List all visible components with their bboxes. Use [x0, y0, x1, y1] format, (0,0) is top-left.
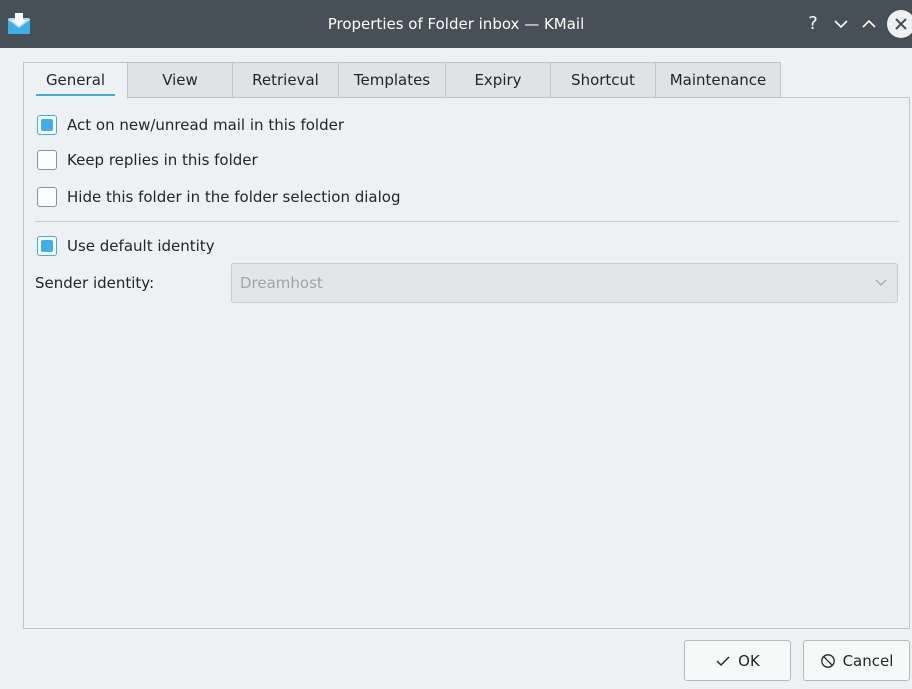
check-icon — [715, 653, 731, 669]
tab-label: Shortcut — [571, 71, 635, 89]
checkbox-label: Act on new/unread mail in this folder — [67, 116, 344, 134]
cancel-button-label: Cancel — [842, 651, 894, 670]
tab-label: General — [45, 71, 106, 89]
chevron-up-icon[interactable] — [857, 12, 881, 36]
chevron-down-icon[interactable] — [829, 12, 853, 36]
keep-replies-option[interactable]: Keep replies in this folder — [37, 148, 258, 172]
window-title: Properties of Folder inbox — KMail — [327, 15, 585, 33]
sender-identity-value: Dreamhost — [240, 274, 323, 292]
tab-general[interactable]: General — [23, 62, 128, 99]
title-bar[interactable]: Properties of Folder inbox — KMail ? — [0, 0, 912, 48]
tab-shortcut[interactable]: Shortcut — [551, 62, 656, 98]
tab-expiry[interactable]: Expiry — [446, 62, 551, 98]
tab-view[interactable]: View — [128, 62, 233, 98]
tab-templates[interactable]: Templates — [339, 62, 446, 98]
checkbox-label: Use default identity — [67, 237, 215, 255]
ok-button-label: OK — [738, 651, 760, 670]
cancel-button[interactable]: Cancel — [803, 640, 910, 681]
use-default-identity-checkbox[interactable] — [37, 236, 57, 256]
hide-folder-checkbox[interactable] — [37, 187, 57, 207]
active-tab-indicator — [36, 94, 115, 96]
general-tab-panel: Act on new/unread mail in this folder Ke… — [23, 97, 910, 629]
sender-identity-combo[interactable]: Dreamhost — [231, 263, 898, 303]
ok-button[interactable]: OK — [684, 640, 791, 681]
help-icon[interactable]: ? — [801, 12, 825, 36]
act-on-new-mail-option[interactable]: Act on new/unread mail in this folder — [37, 113, 344, 137]
tab-label: Retrieval — [252, 71, 319, 89]
tab-label: Templates — [353, 71, 431, 89]
checkbox-label: Hide this folder in the folder selection… — [67, 188, 401, 206]
tab-label: View — [162, 71, 198, 89]
checkbox-label: Keep replies in this folder — [67, 151, 258, 169]
close-icon[interactable] — [887, 10, 912, 38]
chevron-down-icon — [873, 264, 889, 302]
separator — [35, 221, 899, 222]
act-on-new-mail-checkbox[interactable] — [37, 115, 57, 135]
cancel-icon — [820, 653, 836, 669]
tab-retrieval[interactable]: Retrieval — [233, 62, 339, 98]
tab-label: Maintenance — [669, 71, 767, 89]
keep-replies-checkbox[interactable] — [37, 150, 57, 170]
tab-label: Expiry — [474, 71, 522, 89]
tab-maintenance[interactable]: Maintenance — [656, 62, 781, 98]
hide-folder-option[interactable]: Hide this folder in the folder selection… — [37, 185, 401, 209]
use-default-identity-option[interactable]: Use default identity — [37, 234, 215, 258]
sender-identity-label: Sender identity: — [35, 274, 155, 292]
